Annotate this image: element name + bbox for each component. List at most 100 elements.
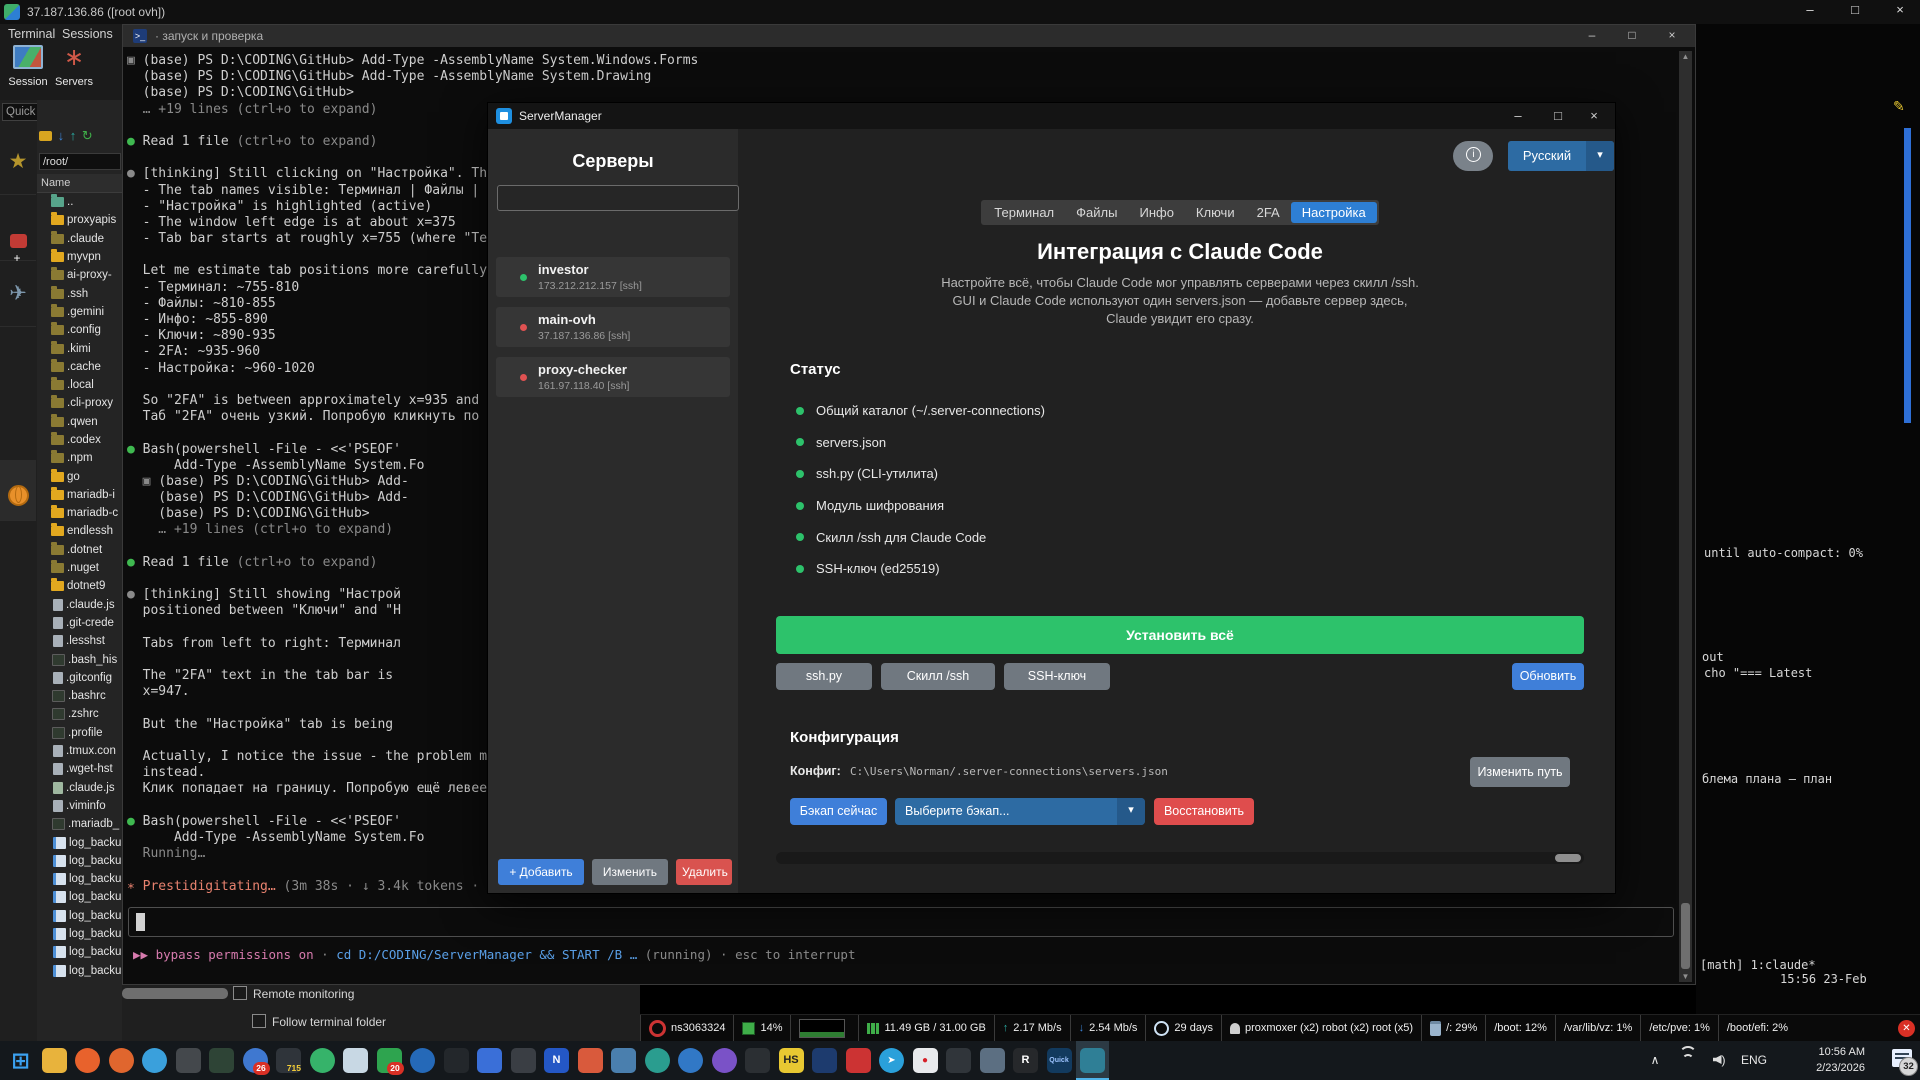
backup-now-button[interactable]: Бэкап сейчас [790, 798, 887, 825]
file-row[interactable]: log_backu [37, 943, 122, 961]
taskbar-item-file-explorer[interactable] [38, 1041, 71, 1080]
file-row[interactable]: .gemini [37, 303, 122, 321]
follow-terminal-checkbox[interactable]: Follow terminal folder [252, 1013, 386, 1031]
sm-minimize-icon[interactable]: – [1501, 108, 1535, 123]
taskbar-item-brave[interactable] [71, 1041, 104, 1080]
file-row[interactable]: .viminfo [37, 797, 122, 815]
quick-install-button[interactable]: SSH-ключ [1004, 663, 1110, 690]
server-search-input[interactable] [497, 185, 739, 211]
terminal-close-icon[interactable]: × [1657, 28, 1687, 42]
taskbar-item-app-violet[interactable] [708, 1041, 741, 1080]
change-path-button[interactable]: Изменить путь [1470, 757, 1570, 787]
server-list-item[interactable]: main-ovh37.187.136.86 [ssh] [496, 307, 730, 347]
file-row[interactable]: .qwen [37, 413, 122, 431]
file-row[interactable]: mariadb-c [37, 504, 122, 522]
taskbar-item-mobaxterm-active[interactable] [1076, 1041, 1109, 1080]
file-row[interactable]: log_backu [37, 870, 122, 888]
file-row[interactable]: log_backu [37, 888, 122, 906]
taskbar-item-app-teal[interactable] [641, 1041, 674, 1080]
taskbar-item-edge[interactable] [138, 1041, 171, 1080]
file-row[interactable]: .mariadb_ [37, 815, 122, 833]
menu-terminal[interactable]: Terminal [8, 27, 55, 41]
info-button[interactable]: i [1453, 141, 1493, 171]
taskbar-item-start[interactable]: ⊞ [4, 1041, 37, 1080]
file-row[interactable]: .ssh [37, 284, 122, 302]
taskbar-item-app-dark-3[interactable] [741, 1041, 774, 1080]
sessions-plane-icon[interactable]: ✈ [0, 266, 36, 327]
refresh-icon[interactable]: ↻ [82, 128, 93, 143]
favorites-star-icon[interactable]: ★ [0, 134, 36, 195]
taskbar-item-app-dark-2[interactable] [507, 1041, 540, 1080]
tools-knife-icon[interactable] [0, 200, 36, 261]
minimize-icon[interactable]: – [1790, 2, 1830, 17]
file-row[interactable]: .npm [37, 449, 122, 467]
quick-install-button[interactable]: Скилл /ssh [881, 663, 995, 690]
sftp-path-input[interactable] [39, 153, 121, 170]
file-row[interactable]: .codex [37, 431, 122, 449]
file-row[interactable]: .nuget [37, 559, 122, 577]
taskbar-item-compass[interactable] [406, 1041, 439, 1080]
file-row[interactable]: .cli-proxy [37, 394, 122, 412]
file-row[interactable]: .gitconfig [37, 669, 122, 687]
servers-button[interactable]: ∗ Servers [48, 42, 100, 88]
file-row[interactable]: .git-crede [37, 614, 122, 632]
remote-monitoring-checkbox[interactable]: Remote monitoring [233, 985, 354, 1003]
tab-терминал[interactable]: Терминал [983, 202, 1065, 223]
file-row[interactable]: mariadb-i [37, 486, 122, 504]
file-row[interactable]: .bash_his [37, 650, 122, 668]
taskbar-item-whatsapp[interactable] [306, 1041, 339, 1080]
scrollbar-accent-strip[interactable] [1904, 128, 1911, 423]
file-row[interactable]: .profile [37, 724, 122, 742]
file-row[interactable]: .zshrc [37, 705, 122, 723]
tab-2fa[interactable]: 2FA [1246, 202, 1291, 223]
monitor-close-icon[interactable]: ✕ [1898, 1020, 1915, 1037]
file-row[interactable]: log_backu [37, 852, 122, 870]
scroll-up-icon[interactable]: ▲ [1679, 52, 1692, 61]
sm-close-icon[interactable]: × [1577, 108, 1611, 123]
terminal-titlebar[interactable]: >_ · запуск и проверка – □ × [123, 25, 1695, 47]
speaker-icon[interactable]: ) [1708, 1041, 1730, 1080]
servermanager-titlebar[interactable]: ServerManager – □ × [488, 103, 1615, 129]
chevron-down-icon[interactable]: ▾ [1117, 798, 1145, 825]
sftp-globe-icon[interactable] [0, 460, 36, 521]
file-row[interactable]: .config [37, 321, 122, 339]
file-row[interactable]: .claude.js [37, 779, 122, 797]
chevron-down-icon[interactable]: ▾ [1586, 141, 1614, 171]
tab-инфо[interactable]: Инфо [1128, 202, 1184, 223]
language-select[interactable]: Русский ▾ [1508, 141, 1614, 171]
sftp-name-header[interactable]: Name [37, 174, 122, 193]
file-row[interactable]: .wget-hst [37, 760, 122, 778]
tab-файлы[interactable]: Файлы [1065, 202, 1128, 223]
taskbar-item-app-n[interactable]: N [540, 1041, 573, 1080]
taskbar-item-app-dark-4[interactable] [942, 1041, 975, 1080]
taskbar-item-terminal-dark[interactable] [440, 1041, 473, 1080]
file-row[interactable]: .cache [37, 358, 122, 376]
file-row[interactable]: .kimi [37, 339, 122, 357]
horizontal-scrollbar-stub[interactable] [122, 988, 228, 999]
taskbar-item-vscode[interactable] [473, 1041, 506, 1080]
restore-button[interactable]: Восстановить [1154, 798, 1254, 825]
scrollbar-thumb[interactable] [1555, 854, 1581, 862]
taskbar-item-app-navy[interactable] [808, 1041, 841, 1080]
file-row[interactable]: ai-proxy- [37, 266, 122, 284]
file-row[interactable]: .dotnet [37, 541, 122, 559]
tray-chevron-icon[interactable]: ∧ [1645, 1041, 1665, 1080]
maximize-icon[interactable]: □ [1835, 2, 1875, 17]
taskbar-item-app-dark-1[interactable] [172, 1041, 205, 1080]
file-row[interactable]: .lesshst [37, 632, 122, 650]
taskbar-item-app-red[interactable] [842, 1041, 875, 1080]
upload-icon[interactable]: ↑ [70, 128, 77, 143]
file-row[interactable]: .local [37, 376, 122, 394]
file-row[interactable]: .claude [37, 230, 122, 248]
download-icon[interactable]: ↓ [58, 128, 65, 143]
taskbar-item-notepad[interactable] [339, 1041, 372, 1080]
refresh-button[interactable]: Обновить [1512, 663, 1584, 690]
file-row[interactable]: .. [37, 193, 122, 211]
quick-install-button[interactable]: ssh.py [776, 663, 872, 690]
taskbar-item-chrome[interactable]: 26 [239, 1041, 272, 1080]
taskbar-item-app-steel[interactable] [607, 1041, 640, 1080]
close-icon[interactable]: × [1880, 2, 1920, 17]
file-row[interactable]: endlessh [37, 522, 122, 540]
tab-ключи[interactable]: Ключи [1185, 202, 1246, 223]
file-row[interactable]: log_backu [37, 961, 122, 979]
